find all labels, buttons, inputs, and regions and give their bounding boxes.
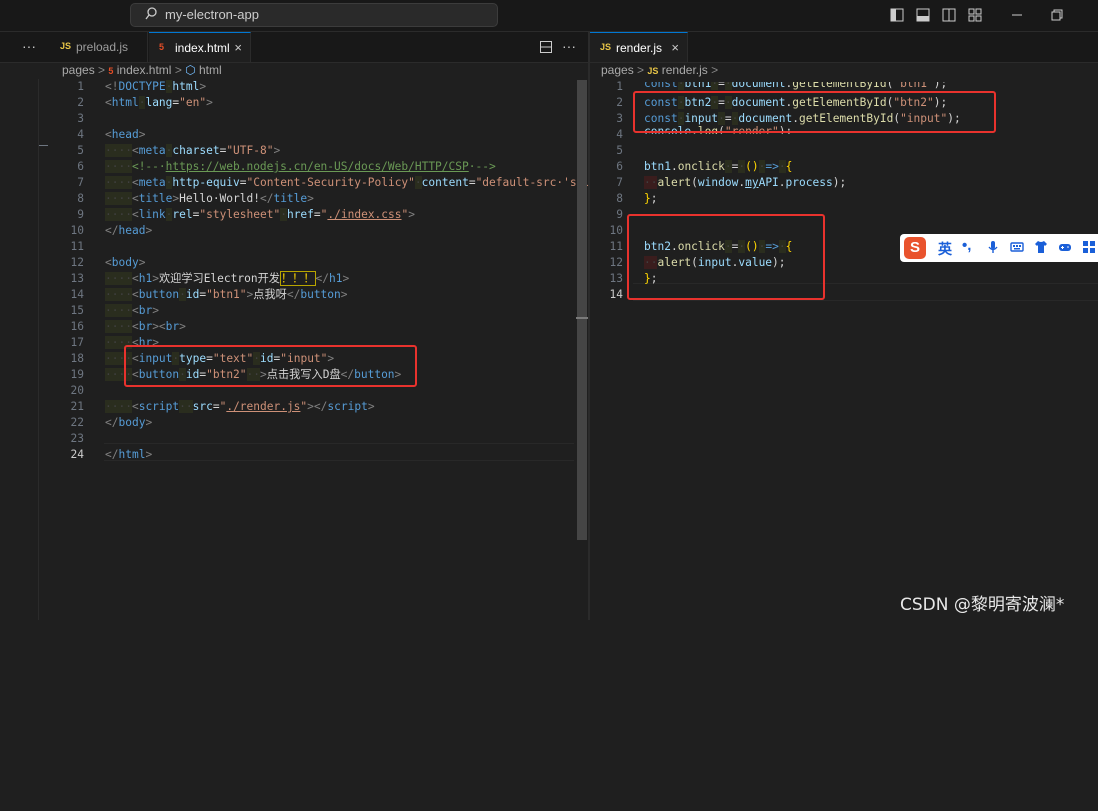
tab-index-html[interactable]: 5 index.html × xyxy=(149,32,251,62)
html-file-icon: 5 xyxy=(108,66,114,76)
ime-language-toggle[interactable]: 英 xyxy=(938,239,952,259)
annotation-highlight-box xyxy=(627,214,825,300)
grid-icon[interactable] xyxy=(1082,240,1096,254)
restore-icon[interactable] xyxy=(1050,8,1064,22)
keyboard-icon[interactable] xyxy=(1010,240,1024,254)
close-icon[interactable]: × xyxy=(671,40,679,55)
toggle-secondary-sidebar-icon[interactable] xyxy=(942,8,956,22)
code-line: ····<button·id="btn1">点我呀</button> xyxy=(105,288,348,301)
code-line: <head> xyxy=(105,128,146,141)
right-editor-group: JS render.js × pages > JS render.js > 1 … xyxy=(590,32,1098,620)
code-line: </body> xyxy=(105,416,153,429)
annotation-highlight-box xyxy=(124,345,417,387)
code-line: btn1.onclick·=·()·=>·{ xyxy=(644,160,793,173)
code-line: ····<br><br> xyxy=(105,320,186,333)
breadcrumb-file[interactable]: render.js xyxy=(662,63,708,77)
watermark: CSDN @黎明寄波澜* xyxy=(900,595,1065,615)
current-line-number: 14 xyxy=(609,288,623,301)
search-text: my-electron-app xyxy=(165,7,259,22)
breadcrumb-folder[interactable]: pages xyxy=(62,63,95,77)
skin-icon[interactable] xyxy=(1034,240,1048,254)
fold-marker xyxy=(38,145,48,146)
tab-label: index.html xyxy=(175,41,230,55)
js-file-icon: JS xyxy=(647,66,659,76)
toggle-panel-icon[interactable] xyxy=(916,8,930,22)
js-file-icon: JS xyxy=(60,41,72,51)
scrollbar-cursor-marker xyxy=(576,317,588,319)
tab-label: preload.js xyxy=(76,40,129,54)
gutter-border xyxy=(38,79,39,620)
search-icon xyxy=(145,7,157,20)
current-line-number: 24 xyxy=(70,448,84,461)
breadcrumb-separator: > xyxy=(174,63,182,77)
tab-preload-js[interactable]: JS preload.js xyxy=(50,32,148,62)
scrollbar-thumb[interactable] xyxy=(577,80,587,540)
tab-label: render.js xyxy=(616,41,663,55)
code-line: ····<br> xyxy=(105,304,159,317)
annotation-highlight-box xyxy=(633,91,996,133)
microphone-icon[interactable] xyxy=(986,240,1000,254)
vertical-scrollbar[interactable] xyxy=(577,80,587,540)
customize-layout-icon[interactable] xyxy=(968,8,982,22)
command-center-search[interactable]: my-electron-app xyxy=(130,3,498,27)
element-symbol-icon: ⬡ xyxy=(185,63,196,77)
code-line: ····<script··src="./render.js"></script> xyxy=(105,400,375,413)
gamepad-icon[interactable] xyxy=(1058,240,1072,254)
breadcrumb-folder[interactable]: pages xyxy=(601,63,634,77)
ime-toolbar[interactable]: S 英 •, xyxy=(900,234,1098,262)
code-line: ··alert(window.myAPI.process); xyxy=(644,176,847,189)
split-editor-icon[interactable] xyxy=(540,41,552,53)
left-tab-bar: ··· JS preload.js 5 index.html × ··· xyxy=(0,32,588,63)
code-line: }; xyxy=(644,192,658,205)
title-bar: my-electron-app xyxy=(0,0,1098,32)
code-line: <html·lang="en"> xyxy=(105,96,213,109)
breadcrumb-symbol[interactable]: html xyxy=(199,63,222,77)
code-line: ····<meta·http-equiv="Content-Security-P… xyxy=(105,176,611,189)
breadcrumb-separator: > xyxy=(637,63,645,77)
left-editor-group: ··· JS preload.js 5 index.html × ··· pag… xyxy=(0,32,610,620)
toggle-primary-sidebar-icon[interactable] xyxy=(890,8,904,22)
code-line: ····<h1>欢迎学习Electron开发！！！</h1> xyxy=(105,271,350,286)
code-editor-render-js[interactable]: 1 const·btn1·=·document.getElementById("… xyxy=(590,79,961,493)
more-actions-icon[interactable]: ··· xyxy=(562,38,576,54)
code-line: <!DOCTYPE·html> xyxy=(105,80,207,93)
code-editor-index-html[interactable]: 1 <!DOCTYPE·html> 2 <html·lang="en"> 3 4… xyxy=(0,79,610,811)
breadcrumb-separator: > xyxy=(711,63,719,77)
ime-punctuation-toggle[interactable]: •, xyxy=(962,237,971,254)
js-file-icon: JS xyxy=(600,42,612,52)
right-tab-bar: JS render.js × xyxy=(590,32,1098,63)
code-line: <body> xyxy=(105,256,146,269)
minimize-icon[interactable] xyxy=(1010,8,1024,22)
html-file-icon: 5 xyxy=(159,42,165,52)
more-actions-icon[interactable]: ··· xyxy=(22,38,36,54)
ime-logo[interactable]: S xyxy=(904,237,926,259)
code-line: ····<title>Hello·World!</title> xyxy=(105,192,314,205)
code-line: </html> xyxy=(105,448,153,461)
code-line: ····<meta·charset="UTF-8"> xyxy=(105,144,281,157)
current-line-highlight xyxy=(104,443,574,461)
close-icon[interactable]: × xyxy=(234,40,242,55)
code-line: ····<link·rel="stylesheet"·href="./index… xyxy=(105,208,415,221)
breadcrumb-separator: > xyxy=(98,63,106,77)
code-line: ····<!--·https://web.nodejs.cn/en-US/doc… xyxy=(105,160,496,173)
breadcrumb-file[interactable]: index.html xyxy=(117,63,172,77)
tab-render-js[interactable]: JS render.js × xyxy=(590,32,688,62)
code-line: </head> xyxy=(105,224,153,237)
